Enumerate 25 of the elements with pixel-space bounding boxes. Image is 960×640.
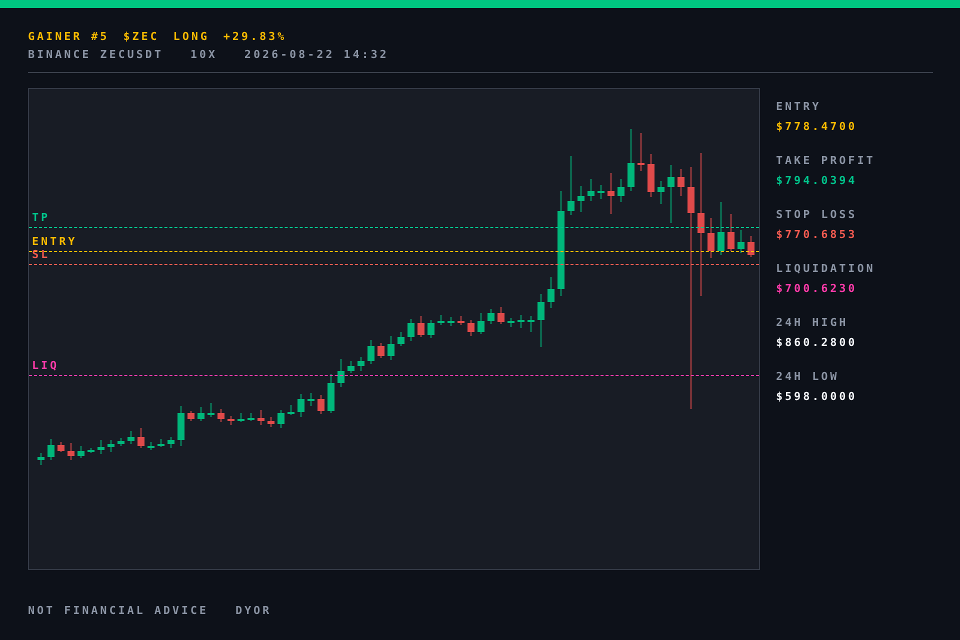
- level-label: ENTRY: [32, 236, 78, 248]
- header-subtitle-text: 10X: [190, 48, 218, 62]
- level-label: TP: [32, 212, 50, 224]
- stat-label: 24H LOW: [776, 370, 840, 384]
- header-title-text: GAINER #5: [28, 30, 110, 44]
- stat-label: STOP LOSS: [776, 208, 858, 222]
- disclaimer-text: NOT FINANCIAL ADVICE: [28, 604, 208, 618]
- stat-value: $770.6853: [776, 228, 858, 242]
- level-label: SL: [32, 249, 50, 261]
- disclaimer-text: DYOR: [235, 604, 272, 618]
- stat-value: $794.0394: [776, 174, 858, 188]
- stat-label: ENTRY: [776, 100, 822, 114]
- stat-label: TAKE PROFIT: [776, 154, 876, 168]
- header-subtitle-text: 2026-08-22 14:32: [244, 48, 389, 62]
- header-title-text: $ZEC: [123, 30, 160, 44]
- stat-value: $860.2800: [776, 336, 858, 350]
- stat-value: $598.0000: [776, 390, 858, 404]
- header-title-text: LONG: [173, 30, 210, 44]
- header-subtitle-text: BINANCE ZECUSDT: [28, 48, 164, 62]
- level-label: LIQ: [32, 360, 60, 372]
- stat-value: $778.4700: [776, 120, 858, 134]
- stat-value: $700.6230: [776, 282, 858, 296]
- stat-label: 24H HIGH: [776, 316, 850, 330]
- header-title-text: +29.83%: [223, 30, 287, 44]
- stat-label: LIQUIDATION: [776, 262, 876, 276]
